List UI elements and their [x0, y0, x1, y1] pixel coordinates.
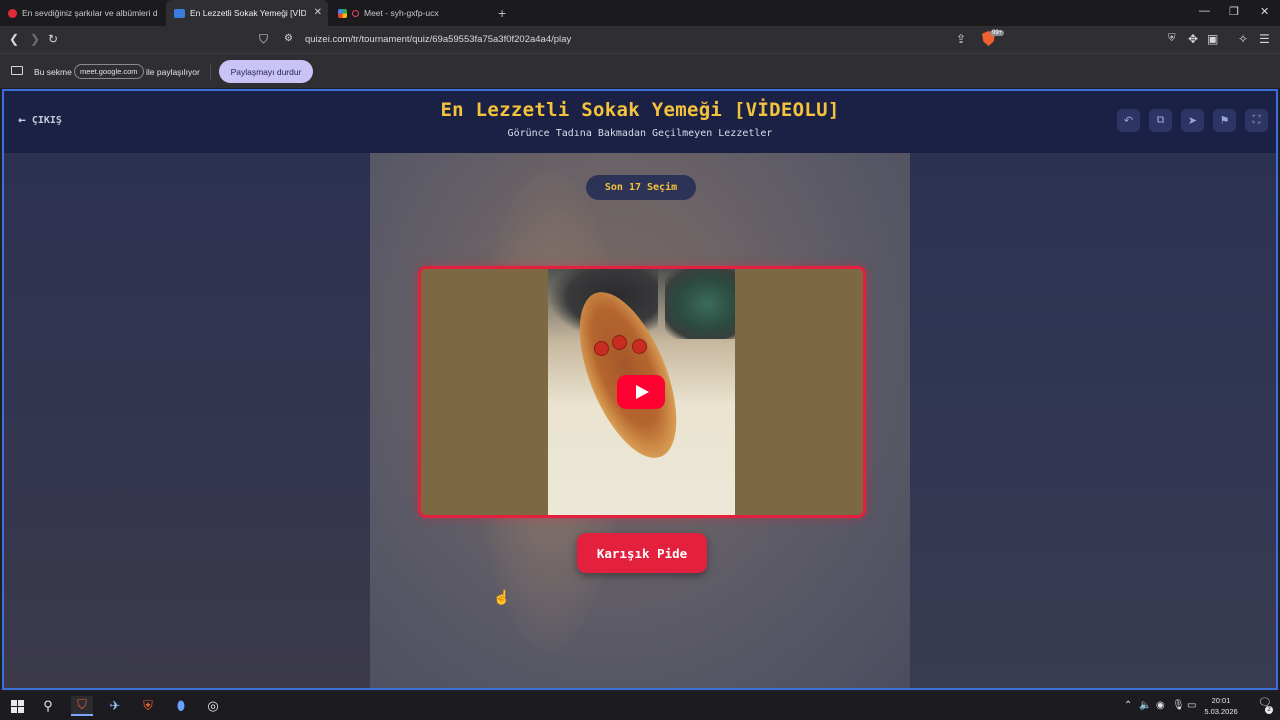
share-suffix: ile paylaşılıyor [146, 67, 200, 77]
address-bar[interactable]: ⛉ ⚙ quizei.com/tr/tournament/quiz/69a595… [252, 28, 1000, 51]
tab-label: En Lezzetli Sokak Yemeği [VİDEOLU [190, 8, 306, 18]
notification-count: 2 [1265, 706, 1273, 714]
bookmark-icon[interactable]: ⛉ [259, 32, 268, 46]
tab-label: En sevdiğiniz şarkılar ve albümleri dir [22, 8, 157, 18]
fullscreen-icon: ⛶ [1252, 114, 1261, 126]
windows-taskbar: ⚲ ⛉ ✈ ⛨ ⬮ ◎ ⌃ 🔈 ◉ 🎙 ▭ 20:01 5.03.2026 🗨 … [0, 692, 1280, 720]
divider [210, 63, 211, 81]
taskbar-brave[interactable]: ⛉ [71, 696, 93, 716]
flag-icon: ⚑ [1219, 115, 1230, 127]
extension-shield-icon[interactable]: ⛨ [1168, 32, 1176, 46]
clock-date: 5.03.2026 [1204, 707, 1238, 716]
obs-icon: ◎ [207, 698, 219, 713]
system-clock[interactable]: 20:01 5.03.2026 [1196, 695, 1246, 717]
undo-button[interactable]: ↶ [1117, 109, 1140, 132]
leo-ai-icon[interactable]: ✧ [1238, 32, 1248, 46]
meet-favicon-icon [338, 8, 347, 18]
play-button[interactable] [617, 375, 665, 409]
video-letterbox-left [421, 269, 548, 515]
youtube-favicon-icon [8, 8, 17, 18]
extensions-icon[interactable]: ✥ [1188, 32, 1198, 46]
thumbnail-plant [665, 269, 735, 339]
tab-close-icon[interactable]: ✕ [314, 7, 322, 18]
video-player[interactable] [418, 266, 866, 518]
stop-sharing-button[interactable]: Paylaşmayı durdur [219, 60, 313, 83]
reload-icon[interactable]: ↻ [48, 32, 58, 46]
minimize-icon[interactable]: — [1199, 5, 1210, 17]
screen-share-icon [11, 66, 23, 75]
clock-time: 20:01 [1211, 696, 1231, 705]
search-button[interactable]: ⚲ [37, 696, 59, 716]
back-icon[interactable]: ❮ [9, 32, 19, 46]
windows-logo-icon [10, 699, 24, 713]
brave-icon: ⛉ [77, 697, 87, 712]
quiz-subtitle: Görünce Tadına Bakmadan Geçilmeyen Lezze… [507, 128, 773, 139]
share-icon: ⧉ [1156, 114, 1165, 126]
tab-spotify-albums[interactable]: En sevdiğiniz şarkılar ve albümleri dir [0, 0, 165, 26]
thumbnail-sucuk [632, 339, 647, 354]
volume-icon[interactable]: 🔈 [1139, 700, 1151, 711]
search-icon: ⚲ [43, 698, 53, 713]
thumbnail-sucuk [612, 335, 627, 350]
tab-label: Meet - syh-gxfp-ucx [364, 8, 439, 18]
microphone-icon[interactable]: 🎙 [1172, 700, 1185, 711]
choice-button[interactable]: Karışık Pide [577, 533, 707, 573]
undo-icon: ↶ [1123, 115, 1134, 127]
app-blue-icon: ⬮ [176, 698, 186, 713]
taskbar-app-blue[interactable]: ⬮ [170, 696, 192, 716]
url-text[interactable]: quizei.com/tr/tournament/quiz/69a59553fa… [305, 34, 571, 45]
share-page-icon[interactable]: ⇪ [956, 32, 966, 46]
send-button[interactable]: ➤ [1181, 109, 1204, 132]
restore-icon[interactable]: ❐ [1229, 5, 1239, 18]
quizei-favicon-icon [174, 8, 185, 18]
quiz-title: En Lezzetli Sokak Yemeği [VİDEOLU] [440, 99, 840, 121]
video-letterbox-right [735, 269, 863, 515]
tab-strip: En sevdiğiniz şarkılar ve albümleri dir … [0, 0, 1280, 26]
send-icon: ➤ [1187, 115, 1198, 127]
tray-overflow-icon[interactable]: ⌃ [1124, 700, 1132, 711]
report-button[interactable]: ⚑ [1213, 109, 1236, 132]
mouse-cursor-icon: ☝ [493, 589, 511, 605]
window-close-icon[interactable]: ✕ [1260, 5, 1269, 18]
menu-icon[interactable]: ☰ [1259, 32, 1270, 46]
brave-shields-badge: 99+ [990, 30, 1005, 36]
play-icon [636, 385, 649, 399]
tab-meet[interactable]: Meet - syh-gxfp-ucx [330, 0, 492, 26]
sidebar-icon[interactable]: ▣ [1207, 32, 1218, 46]
background-blur-right [910, 153, 1276, 688]
tab-quiz[interactable]: En Lezzetli Sokak Yemeği [VİDEOLU ✕ [166, 0, 328, 26]
start-button[interactable] [6, 696, 28, 716]
share-prefix: Bu sekme [34, 67, 72, 77]
brave-outline-icon: ⛨ [143, 698, 153, 713]
forward-icon[interactable]: ❯ [30, 32, 40, 46]
round-indicator: Son 17 Seçim [586, 175, 696, 200]
fullscreen-button[interactable]: ⛶ [1245, 109, 1268, 132]
site-info-icon[interactable]: ⚙ [284, 32, 293, 46]
browser-toolbar: ❮ ❯ ↻ ⛉ ⚙ quizei.com/tr/tournament/quiz/… [0, 26, 1280, 53]
quiz-page: ← ÇIKIŞ En Lezzetli Sokak Yemeği [VİDEOL… [2, 89, 1278, 690]
recording-icon [352, 9, 359, 17]
network-icon[interactable]: ◉ [1156, 700, 1165, 711]
new-tab-icon[interactable]: + [498, 5, 506, 21]
taskbar-obs[interactable]: ◎ [202, 696, 224, 716]
quiz-header: ← ÇIKIŞ En Lezzetli Sokak Yemeği [VİDEOL… [4, 91, 1276, 153]
share-domain-chip[interactable]: meet.google.com [74, 64, 144, 79]
share-button[interactable]: ⧉ [1149, 109, 1172, 132]
background-blur-left [4, 153, 370, 688]
taskbar-brave-secondary[interactable]: ⛨ [137, 696, 159, 716]
thumbnail-sucuk [594, 341, 609, 356]
taskbar-steam[interactable]: ✈ [104, 696, 126, 716]
steam-icon: ✈ [109, 698, 121, 713]
tab-sharing-bar: Bu sekme meet.google.com ile paylaşılıyo… [0, 53, 1280, 88]
